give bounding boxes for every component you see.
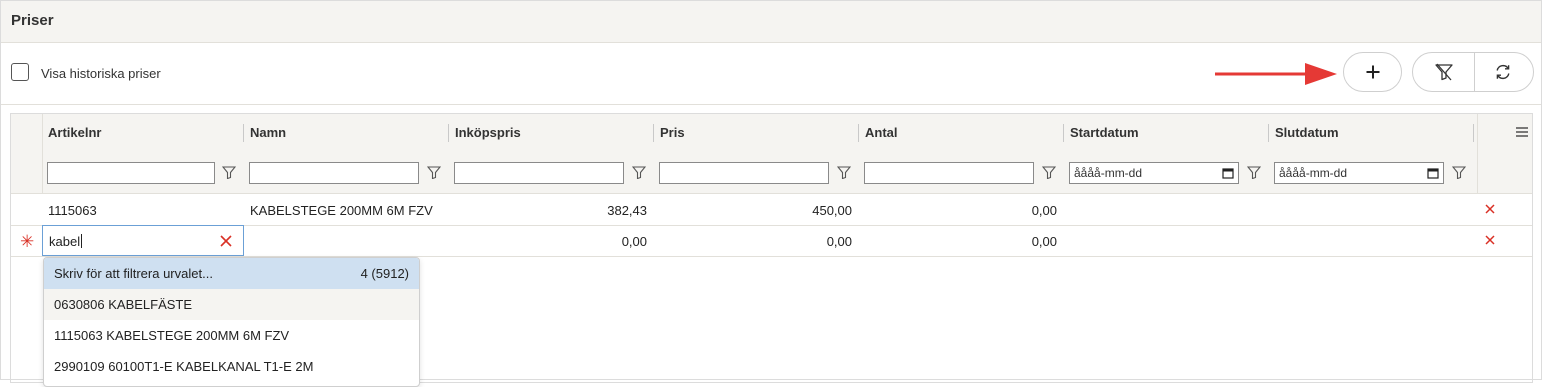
- dropdown-count: 4 (5912): [360, 266, 409, 281]
- filter-icon[interactable]: [222, 166, 236, 179]
- dropdown-option[interactable]: 0630806 KABELFÄSTE: [44, 289, 419, 320]
- col-resize-handle[interactable]: [243, 124, 244, 142]
- col-resize-handle[interactable]: [1473, 124, 1474, 142]
- cell-inkopspris: 382,43: [607, 203, 647, 218]
- filter-icon[interactable]: [1452, 166, 1466, 179]
- col-header-inkopspris[interactable]: Inköpspris: [455, 125, 521, 140]
- column-menu-icon[interactable]: [1515, 126, 1529, 138]
- filter-input-inkopspris[interactable]: [454, 162, 624, 184]
- filter-input-artikelnr[interactable]: [47, 162, 215, 184]
- autocomplete-dropdown: Skriv för att filtrera urvalet... 4 (591…: [43, 257, 420, 387]
- dropdown-hint-row: Skriv för att filtrera urvalet... 4 (591…: [44, 258, 419, 289]
- filter-input-pris[interactable]: [659, 162, 829, 184]
- filter-off-icon: [1434, 63, 1453, 81]
- filter-icon[interactable]: [427, 166, 441, 179]
- calendar-icon[interactable]: [1222, 167, 1234, 179]
- cell-artikelnr: 1115063: [48, 203, 97, 218]
- delete-row-icon[interactable]: [1483, 202, 1497, 216]
- grid-actions-group: [1412, 52, 1534, 92]
- delete-row-icon[interactable]: [1483, 233, 1497, 247]
- actions-column-divider: [1477, 114, 1478, 193]
- col-header-namn[interactable]: Namn: [250, 125, 286, 140]
- date-placeholder: åååå-mm-dd: [1279, 166, 1348, 180]
- col-resize-handle[interactable]: [448, 124, 449, 142]
- show-history-checkbox[interactable]: [11, 63, 29, 81]
- cell-antal: 0,00: [1031, 203, 1057, 218]
- clear-filter-button[interactable]: [1413, 53, 1475, 91]
- cell-inkopspris: 0,00: [621, 234, 647, 249]
- filter-icon[interactable]: [632, 166, 646, 179]
- row-gutter-header: [11, 114, 43, 152]
- col-header-antal[interactable]: Antal: [865, 125, 898, 140]
- artikelnr-edit-input[interactable]: kabel: [42, 225, 244, 256]
- col-resize-handle[interactable]: [1268, 124, 1269, 142]
- row-gutter-filter: [11, 152, 43, 193]
- grid-header-row: Artikelnr Namn Inköpspris Pris Antal Sta…: [11, 114, 1532, 153]
- dropdown-hint: Skriv för att filtrera urvalet...: [54, 266, 213, 281]
- panel-title: Priser: [11, 12, 54, 29]
- col-header-pris[interactable]: Pris: [660, 125, 685, 140]
- refresh-icon: [1496, 64, 1509, 80]
- arrow-icon: [1215, 63, 1337, 85]
- calendar-icon[interactable]: [1427, 167, 1439, 179]
- panel-header: Priser: [1, 1, 1541, 43]
- filter-input-startdatum[interactable]: åååå-mm-dd: [1069, 162, 1239, 184]
- refresh-button[interactable]: [1472, 53, 1533, 91]
- col-resize-handle[interactable]: [858, 124, 859, 142]
- cell-namn: KABELSTEGE 200MM 6M FZV: [250, 203, 433, 218]
- col-header-startdatum[interactable]: Startdatum: [1070, 125, 1139, 140]
- add-button[interactable]: [1343, 52, 1402, 92]
- plus-icon: [1366, 65, 1379, 79]
- dropdown-option[interactable]: 2990109 60100T1-E KABELKANAL T1-E 2M: [44, 351, 419, 382]
- show-history-label[interactable]: Visa historiska priser: [41, 66, 161, 81]
- filter-icon[interactable]: [837, 166, 851, 179]
- filter-input-slutdatum[interactable]: åååå-mm-dd: [1274, 162, 1444, 184]
- col-resize-handle[interactable]: [653, 124, 654, 142]
- cell-pris: 0,00: [826, 234, 852, 249]
- toolbar: Visa historiska priser: [1, 42, 1541, 105]
- filter-icon[interactable]: [1042, 166, 1056, 179]
- grid-filter-row: åååå-mm-dd åååå-mm-dd: [11, 152, 1532, 194]
- filter-input-namn[interactable]: [249, 162, 419, 184]
- new-row[interactable]: ✳ kabel 0,00 0,00 0,00: [11, 225, 1532, 257]
- filter-input-antal[interactable]: [864, 162, 1034, 184]
- cell-pris: 450,00: [812, 203, 852, 218]
- clear-input-icon[interactable]: [219, 234, 233, 248]
- date-placeholder: åååå-mm-dd: [1074, 166, 1143, 180]
- new-row-marker-icon: ✳: [20, 232, 35, 251]
- filter-icon[interactable]: [1247, 166, 1261, 179]
- col-resize-handle[interactable]: [1063, 124, 1064, 142]
- table-row[interactable]: 1115063 KABELSTEGE 200MM 6M FZV 382,43 4…: [11, 194, 1532, 226]
- dropdown-option[interactable]: 1115063 KABELSTEGE 200MM 6M FZV: [44, 320, 419, 351]
- col-header-slutdatum[interactable]: Slutdatum: [1275, 125, 1339, 140]
- cell-antal: 0,00: [1031, 234, 1057, 249]
- col-header-artikelnr[interactable]: Artikelnr: [48, 125, 101, 140]
- artikelnr-edit-value: kabel: [49, 234, 81, 249]
